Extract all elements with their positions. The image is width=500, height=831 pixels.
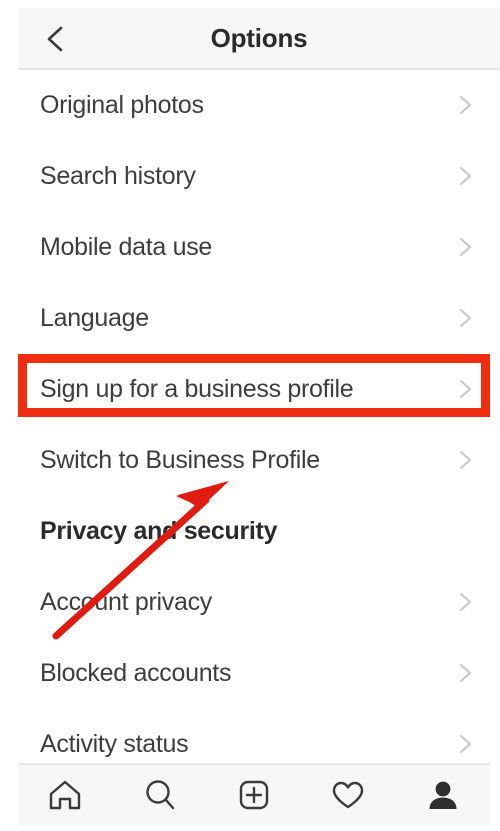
- list-row-label: Language: [40, 304, 149, 332]
- chevron-right-icon: [454, 236, 476, 258]
- list-row-label: Blocked accounts: [40, 659, 232, 687]
- chevron-right-icon: [454, 378, 476, 400]
- nav-item-profile[interactable]: [396, 765, 490, 825]
- settings-list[interactable]: Original photos Search history Mobile data…: [0, 70, 500, 763]
- nav-item-activity[interactable]: [301, 765, 395, 825]
- chevron-right-icon: [454, 94, 476, 116]
- bottom-navigation-bar: [18, 763, 490, 825]
- chevron-right-icon: [454, 591, 476, 613]
- chevron-right-icon: [454, 307, 476, 329]
- page-title: Options: [210, 23, 308, 53]
- list-row[interactable]: Language: [18, 283, 490, 354]
- list-row-label: Account privacy: [40, 588, 212, 616]
- list-row[interactable]: Sign up for a business profile: [18, 354, 490, 425]
- list-row[interactable]: Search history: [18, 141, 490, 212]
- nav-item-home[interactable]: [18, 765, 112, 825]
- nav-item-search[interactable]: [112, 765, 206, 825]
- list-row-label: Switch to Business Profile: [40, 446, 320, 474]
- search-icon: [141, 776, 179, 814]
- list-row[interactable]: Mobile data use: [18, 212, 490, 283]
- list-row[interactable]: Account privacy: [18, 567, 490, 638]
- list-row[interactable]: Switch to Business Profile: [18, 425, 490, 496]
- add-post-icon: [235, 776, 273, 814]
- chevron-right-icon: [454, 449, 476, 471]
- list-row-label: Sign up for a business profile: [40, 375, 354, 403]
- profile-icon: [424, 776, 462, 814]
- list-row-label: Search history: [40, 162, 196, 190]
- heart-icon: [329, 776, 367, 814]
- list-row[interactable]: Original photos: [18, 70, 490, 141]
- list-row-label: Mobile data use: [40, 233, 213, 261]
- list-row-label: Privacy and security: [40, 517, 278, 545]
- nav-item-new-post[interactable]: [207, 765, 301, 825]
- chevron-right-icon: [454, 733, 476, 755]
- app-header: Options: [18, 8, 500, 70]
- list-row[interactable]: Blocked accounts: [18, 638, 490, 709]
- chevron-right-icon: [454, 662, 476, 684]
- list-row-label: Original photos: [40, 91, 204, 119]
- chevron-right-icon: [454, 165, 476, 187]
- list-section-heading: Privacy and security: [18, 496, 490, 567]
- phone-screen: Options Original photos Search history Mob…: [0, 0, 500, 831]
- home-icon: [46, 776, 84, 814]
